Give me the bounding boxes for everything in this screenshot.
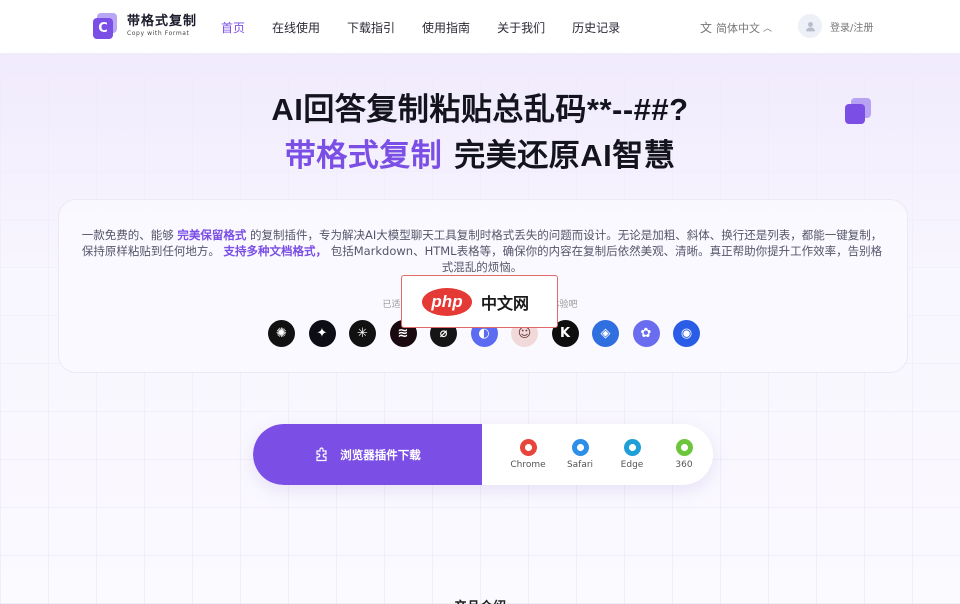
logo-icon: C xyxy=(93,13,117,39)
nav-home[interactable]: 首页 xyxy=(221,19,245,36)
browser-360[interactable]: 360 xyxy=(658,439,710,470)
language-label: 简体中文 xyxy=(716,21,761,35)
product-description: 一款免费的、能够 完美保留格式 的复制插件，专为解决AI大模型聊天工具复制时格式… xyxy=(81,228,883,274)
section-heading-peek: 产品介绍 xyxy=(0,596,960,604)
hero-title: AI回答复制粘贴总乱码**--##? xyxy=(271,92,689,127)
copy-decoration-icon xyxy=(845,98,871,124)
highlight-multi-format: 支持多种文档格式， xyxy=(223,244,328,258)
php-cn-watermark: php 中文网 xyxy=(401,275,558,328)
wenxin-icon[interactable]: ✿ xyxy=(632,320,660,347)
nav-online-use[interactable]: 在线使用 xyxy=(272,19,320,36)
claude-icon[interactable]: ✳ xyxy=(349,320,376,347)
hero-highlight: 带格式复制 xyxy=(284,138,443,173)
browser-safari[interactable]: Safari xyxy=(554,439,606,470)
nav-history[interactable]: 历史记录 xyxy=(572,19,620,36)
gemini-icon[interactable]: ✦ xyxy=(308,320,336,347)
php-logo-icon: php xyxy=(422,287,472,316)
browser-list: Chrome Safari Edge 360 xyxy=(482,424,710,485)
main-nav: 首页 在线使用 下载指引 使用指南 关于我们 历史记录 xyxy=(221,0,647,54)
browser-edge[interactable]: Edge xyxy=(606,439,658,470)
browser-label: Edge xyxy=(620,460,644,470)
logo[interactable]: C 带格式复制 Copy with Format xyxy=(93,13,197,39)
download-panel: 浏览器插件下载 Chrome Safari Edge 360 xyxy=(253,424,713,485)
360-icon xyxy=(675,439,693,456)
logo-subtitle: Copy with Format xyxy=(127,30,190,37)
browser-chrome[interactable]: Chrome xyxy=(502,439,554,470)
language-selector[interactable]: 文 简体中文 ︿ xyxy=(700,19,772,36)
translate-icon: 文 xyxy=(700,21,713,35)
hero-subtitle: 带格式复制 完美还原AI智慧 xyxy=(0,130,960,175)
user-icon xyxy=(805,21,815,31)
edge-icon xyxy=(623,439,641,456)
chevron-up-icon: ︿ xyxy=(763,24,773,34)
logo-title: 带格式复制 xyxy=(127,14,198,29)
chatgpt-icon[interactable]: ✺ xyxy=(268,320,295,347)
chrome-icon xyxy=(519,439,537,456)
browser-label: 360 xyxy=(675,460,693,470)
nav-download-guide[interactable]: 下载指引 xyxy=(347,19,395,36)
highlight-keep-format: 完美保留格式 xyxy=(177,228,247,242)
top-navbar: C 带格式复制 Copy with Format 首页 在线使用 下载指引 使用… xyxy=(0,0,960,54)
watermark-text: 中文网 xyxy=(481,293,530,313)
puzzle-icon xyxy=(316,446,327,461)
browser-label: Chrome xyxy=(510,460,546,470)
avatar xyxy=(798,14,822,38)
browser-extension-download-button[interactable]: 浏览器插件下载 xyxy=(253,424,482,485)
nav-user-guide[interactable]: 使用指南 xyxy=(422,19,470,36)
browser-label: Safari xyxy=(566,460,594,470)
nav-about-us[interactable]: 关于我们 xyxy=(497,19,545,36)
qwen-icon[interactable]: ◈ xyxy=(592,320,619,347)
login-register-link[interactable]: 登录/注册 xyxy=(830,19,873,34)
hero-subtitle-rest: 完美还原AI智慧 xyxy=(454,138,676,173)
safari-icon xyxy=(571,439,589,456)
user-login[interactable]: 登录/注册 xyxy=(798,14,873,38)
deepseek-icon[interactable]: ◉ xyxy=(673,320,700,347)
